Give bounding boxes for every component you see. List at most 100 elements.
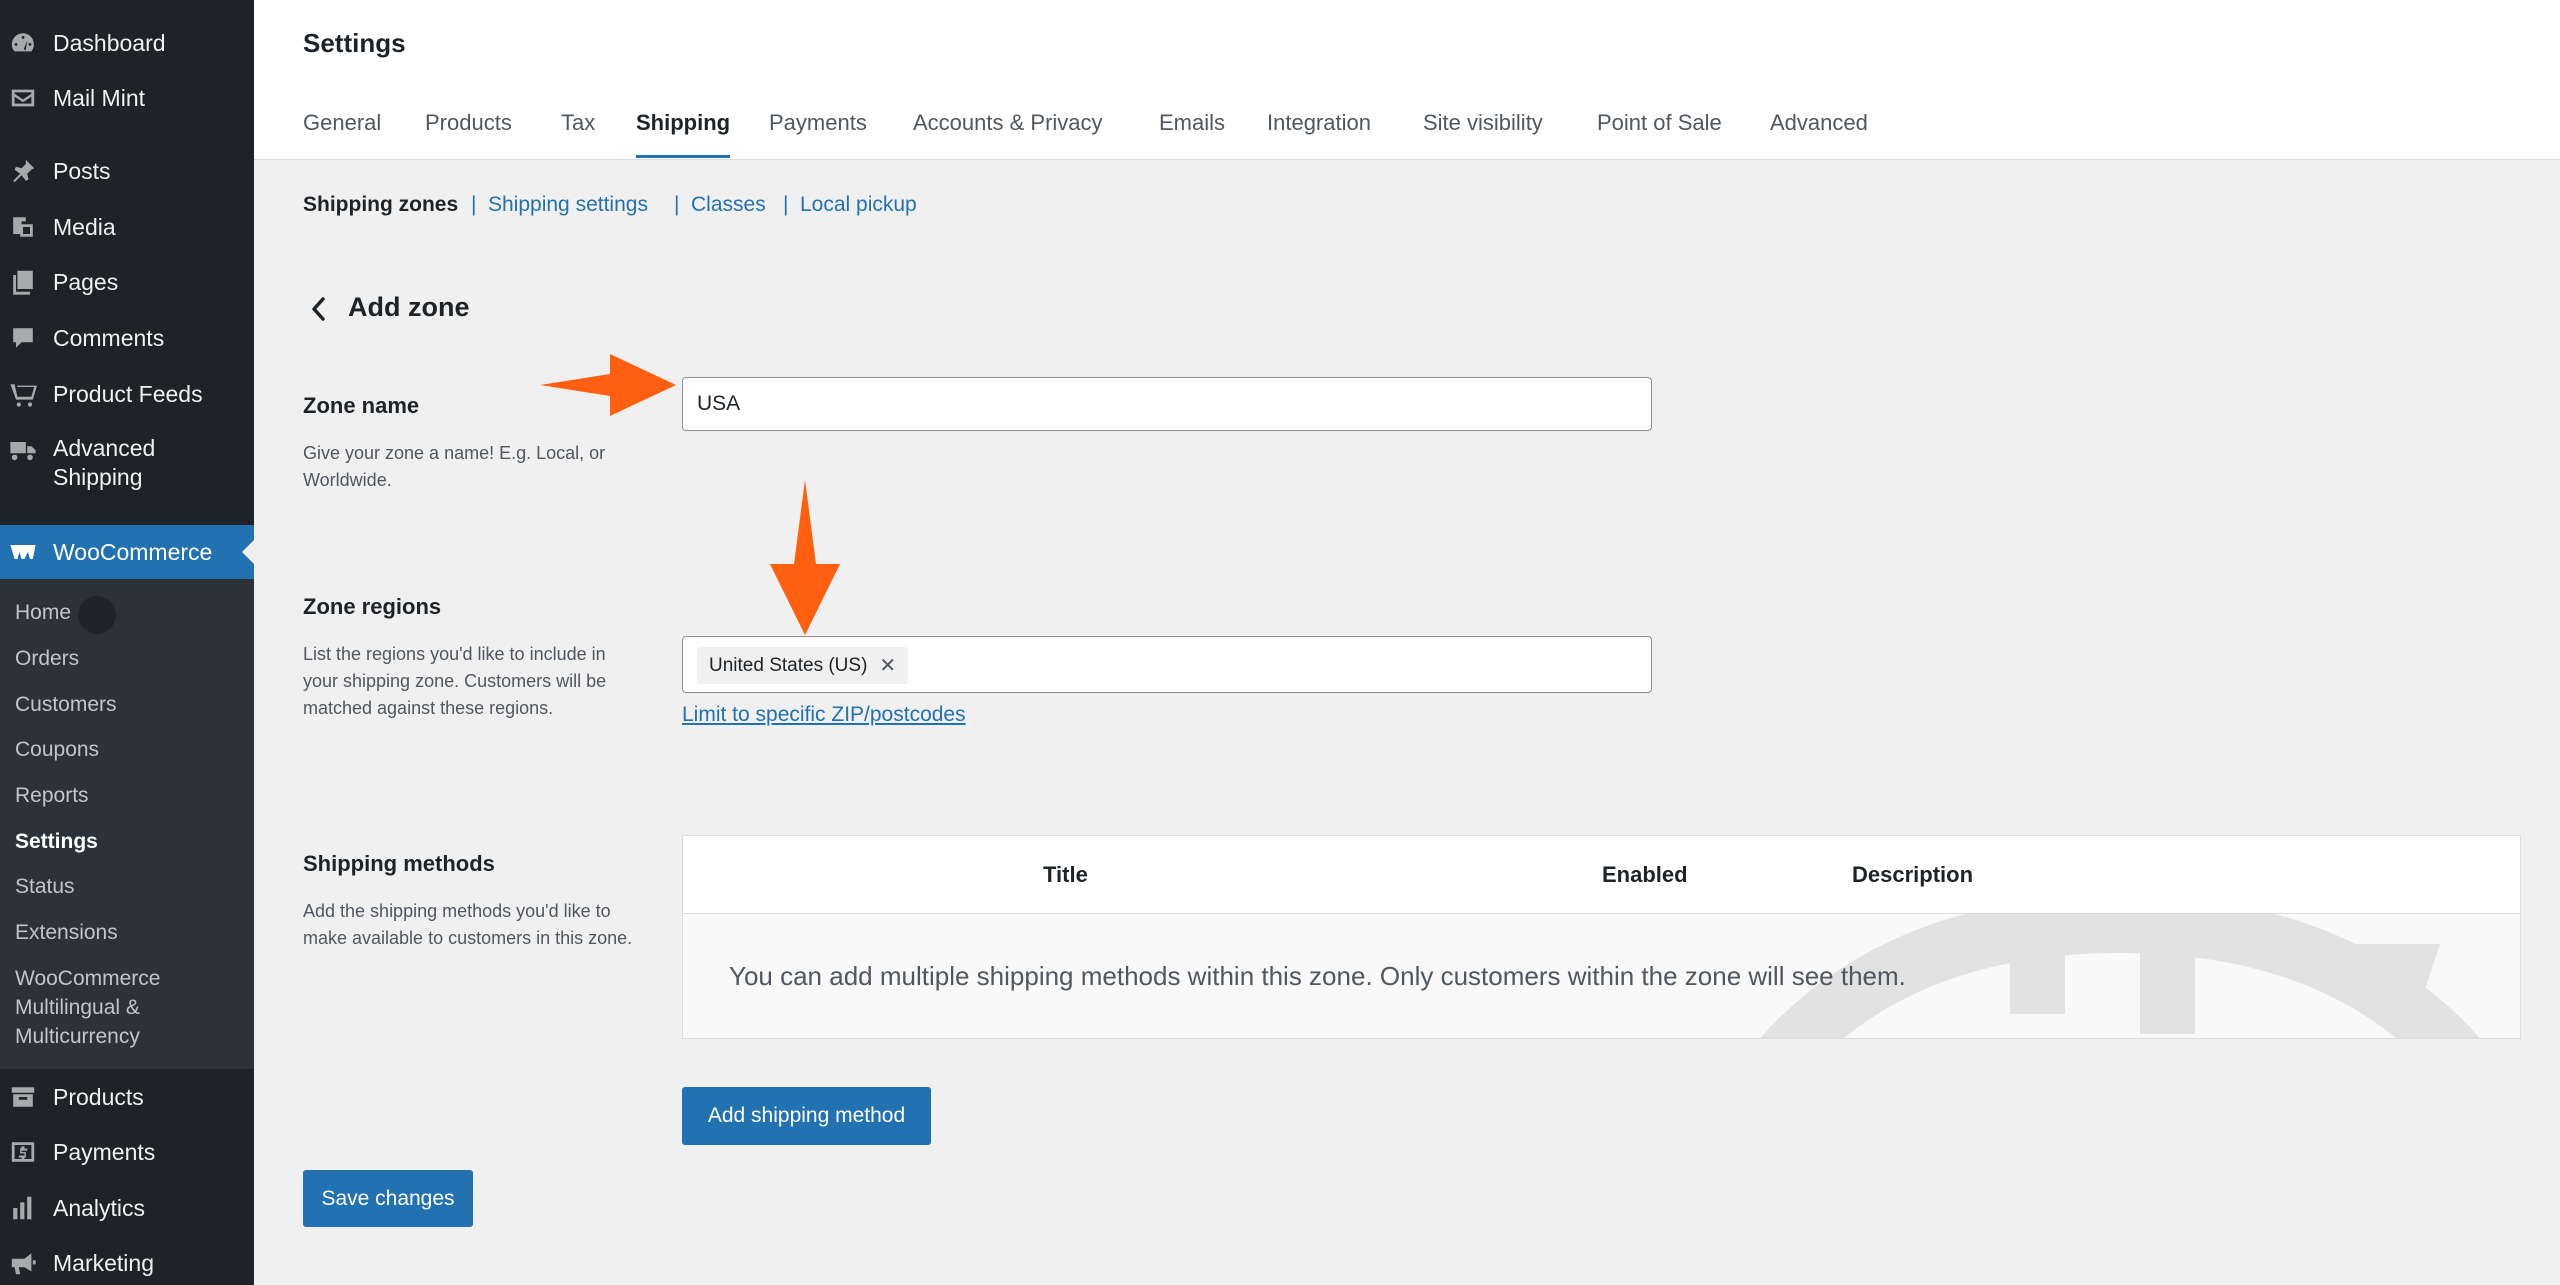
tab-integration[interactable]: Integration — [1267, 110, 1371, 136]
menu-item-woocommerce-inner: WooCommerce — [0, 537, 254, 567]
tab-accounts-privacy[interactable]: Accounts & Privacy — [913, 110, 1103, 136]
menu-item-analytics[interactable]: Analytics — [0, 1193, 254, 1223]
zone-name-description: Give your zone a name! E.g. Local, or Wo… — [303, 443, 606, 490]
media-icon — [8, 212, 38, 242]
cart-icon — [8, 379, 38, 409]
submenu-home[interactable]: Home — [15, 599, 71, 627]
menu-item-mail-mint[interactable]: Mail Mint — [0, 83, 254, 113]
submenu-reports[interactable]: Reports — [15, 782, 89, 810]
zone-name-label: Zone name — [303, 393, 420, 418]
tab-point-of-sale[interactable]: Point of Sale — [1597, 110, 1722, 136]
menu-label: Media — [53, 214, 116, 240]
tab-advanced[interactable]: Advanced — [1770, 110, 1868, 136]
submenu-label-line: Multilingual & — [15, 996, 140, 1019]
page-title: Settings — [303, 28, 406, 58]
region-chip: United States (US) ✕ — [697, 647, 909, 684]
column-title: Title — [1043, 862, 1088, 887]
submenu-customers[interactable]: Customers — [15, 691, 117, 719]
save-changes-button[interactable]: Save changes — [303, 1170, 473, 1227]
tab-general[interactable]: General — [303, 110, 381, 136]
limit-zip-link[interactable]: Limit to specific ZIP/postcodes — [682, 703, 966, 727]
subnav-shipping-zones[interactable]: Shipping zones — [303, 193, 458, 217]
submenu-label-line: Multicurrency — [15, 1025, 140, 1048]
menu-label: Mail Mint — [53, 85, 146, 111]
menu-label-line: Advanced — [53, 435, 156, 461]
zone-name-input[interactable] — [682, 377, 1652, 431]
subnav-separator: | — [471, 193, 477, 216]
zone-regions-select[interactable]: United States (US) ✕ — [682, 636, 1652, 693]
truck-icon — [8, 434, 38, 464]
cursor-highlight — [78, 596, 116, 634]
menu-item-advanced-shipping[interactable]: Advanced Shipping — [0, 434, 254, 492]
bar-chart-icon — [8, 1193, 38, 1223]
subnav-separator: | — [783, 193, 789, 216]
tab-emails[interactable]: Emails — [1159, 110, 1225, 136]
menu-item-posts[interactable]: Posts — [0, 156, 254, 186]
archive-icon — [8, 1082, 38, 1112]
menu-label: Dashboard — [53, 30, 166, 56]
menu-label: Products — [53, 1084, 144, 1110]
zone-regions-label: Zone regions — [303, 594, 442, 619]
column-enabled: Enabled — [1602, 862, 1688, 887]
menu-item-woocommerce[interactable]: WooCommerce — [0, 525, 254, 579]
tab-tax[interactable]: Tax — [561, 110, 595, 136]
comments-icon — [8, 323, 38, 353]
tab-products[interactable]: Products — [425, 110, 512, 136]
submenu-settings[interactable]: Settings — [15, 828, 98, 856]
close-icon[interactable]: ✕ — [879, 653, 896, 678]
zone-regions-description: List the regions you'd like to include i… — [303, 644, 607, 718]
menu-label: WooCommerce — [53, 539, 213, 565]
menu-label: Marketing — [53, 1250, 154, 1276]
menu-label: Comments — [53, 325, 165, 351]
blank-state-message: You can add multiple shipping methods wi… — [729, 961, 1906, 991]
column-description: Description — [1852, 862, 1974, 887]
tab-site-visibility[interactable]: Site visibility — [1423, 110, 1543, 136]
menu-item-comments[interactable]: Comments — [0, 323, 254, 353]
menu-item-product-feeds[interactable]: Product Feeds — [0, 379, 254, 409]
menu-label: Posts — [53, 158, 111, 184]
pin-icon — [8, 156, 38, 186]
menu-label: Payments — [53, 1139, 156, 1165]
subnav-classes[interactable]: Classes — [691, 193, 766, 217]
submenu-multilingual[interactable]: WooCommerce Multilingual & Multicurrency — [15, 964, 160, 1051]
dollar-icon — [8, 1137, 38, 1167]
dashboard-icon — [8, 28, 38, 58]
subnav-shipping-settings[interactable]: Shipping settings — [488, 193, 648, 217]
settings-header: Settings General Products Tax Shipping P… — [254, 0, 2560, 160]
chevron-left-icon[interactable] — [306, 294, 332, 324]
active-tab-indicator — [636, 155, 730, 158]
mail-icon — [8, 83, 38, 113]
woocommerce-icon — [8, 537, 38, 567]
menu-item-media[interactable]: Media — [0, 212, 254, 242]
tab-shipping[interactable]: Shipping — [636, 110, 730, 136]
shipping-methods-label: Shipping methods — [303, 851, 495, 876]
shipping-methods-description: Add the shipping methods you'd like to m… — [303, 901, 633, 948]
menu-label: Analytics — [53, 1195, 146, 1221]
pages-icon — [8, 267, 38, 297]
woocommerce-submenu: Home Orders Customers Coupons Reports Se… — [0, 579, 254, 1069]
annotation-arrow-right-icon — [540, 354, 676, 416]
region-chip-label: United States (US) — [709, 654, 868, 676]
subnav-separator: | — [674, 193, 680, 216]
submenu-extensions[interactable]: Extensions — [15, 919, 118, 947]
annotation-arrow-down-icon — [770, 480, 840, 635]
megaphone-icon — [8, 1248, 38, 1278]
menu-item-dashboard[interactable]: Dashboard — [0, 28, 254, 58]
submenu-orders[interactable]: Orders — [15, 645, 79, 673]
table-header-row: Title Enabled Description — [683, 836, 2520, 914]
menu-item-pages[interactable]: Pages — [0, 267, 254, 297]
submenu-status[interactable]: Status — [15, 873, 75, 901]
submenu-label-line: WooCommerce — [15, 967, 161, 990]
subnav-local-pickup[interactable]: Local pickup — [800, 193, 917, 217]
menu-label: Product Feeds — [53, 381, 203, 407]
menu-label: Pages — [53, 269, 119, 295]
tab-payments[interactable]: Payments — [769, 110, 867, 136]
menu-item-marketing[interactable]: Marketing — [0, 1248, 254, 1278]
menu-item-products[interactable]: Products — [0, 1082, 254, 1112]
menu-item-payments[interactable]: Payments — [0, 1137, 254, 1167]
shipping-methods-table: Title Enabled Description You can add mu… — [682, 835, 2521, 1039]
admin-sidebar: Dashboard Mail Mint Posts Media Pages Co… — [0, 0, 254, 1285]
submenu-coupons[interactable]: Coupons — [15, 736, 99, 764]
menu-label: Advanced Shipping — [53, 434, 155, 492]
add-shipping-method-button[interactable]: Add shipping method — [682, 1087, 931, 1145]
